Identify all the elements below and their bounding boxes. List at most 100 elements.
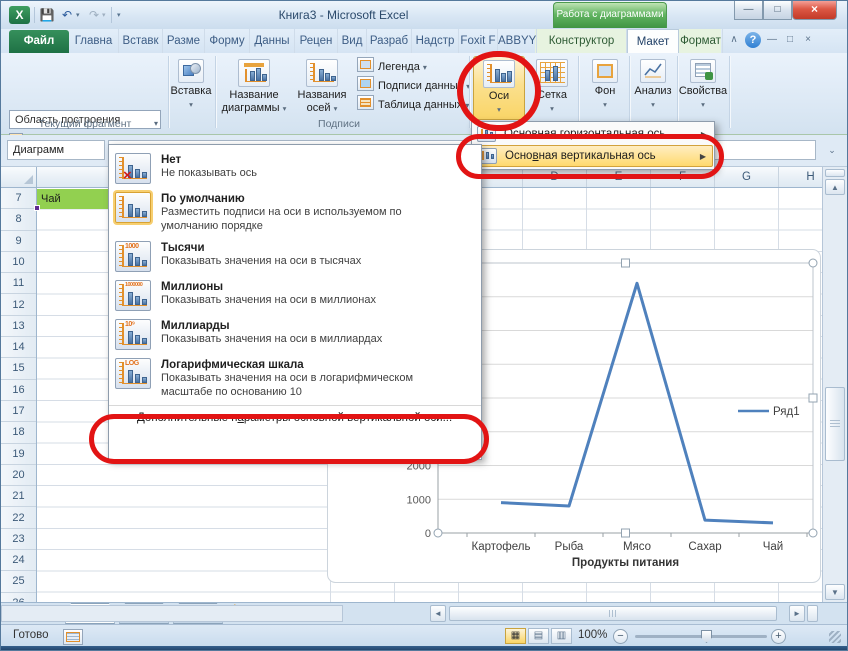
axis-option-Миллиарды[interactable]: 10⁹МиллиардыПоказывать значения на оси в… — [109, 315, 481, 354]
row-header-19[interactable]: 19 — [1, 444, 36, 465]
name-box[interactable]: Диаграмм — [7, 140, 105, 160]
tab-Надстр[interactable]: Надстр — [412, 29, 459, 53]
tab-Разраб[interactable]: Разраб — [367, 29, 412, 53]
svg-text:0: 0 — [425, 528, 431, 540]
fill-handle[interactable] — [34, 205, 40, 211]
column-header-H[interactable]: H — [778, 167, 822, 187]
save-icon[interactable]: 💾 — [39, 7, 55, 23]
data-table-button[interactable]: Таблица данных ▾ — [357, 95, 469, 114]
collapse-ribbon-icon[interactable]: ∧ — [727, 34, 741, 45]
row-header-21[interactable]: 21 — [1, 486, 36, 507]
row-header-26[interactable]: 26 — [1, 593, 36, 602]
workbook-close-icon[interactable]: × — [801, 34, 815, 45]
redo-dropdown-icon[interactable]: ▾ — [102, 11, 106, 19]
axis-option-Тысячи[interactable]: 1000ТысячиПоказывать значения на оси в т… — [109, 237, 481, 276]
tab-Foxit F[interactable]: Foxit F — [459, 29, 498, 53]
row-header-17[interactable]: 17 — [1, 401, 36, 422]
excel-logo-icon[interactable]: X — [9, 6, 30, 24]
row-header-23[interactable]: 23 — [1, 529, 36, 550]
row-header-18[interactable]: 18 — [1, 422, 36, 443]
zoom-level[interactable]: 100% — [578, 629, 607, 641]
row-header-11[interactable]: 11 — [1, 273, 36, 294]
tab-Макет[interactable]: Макет — [627, 29, 679, 53]
scroll-down-icon[interactable]: ▼ — [825, 584, 845, 600]
zoom-slider-thumb[interactable] — [701, 630, 712, 643]
zoom-in-icon[interactable]: + — [771, 629, 786, 644]
row-header-9[interactable]: 9 — [1, 231, 36, 252]
row-header-25[interactable]: 25 — [1, 571, 36, 592]
minimize-button[interactable]: — — [734, 1, 763, 20]
zoom-out-icon[interactable]: − — [613, 629, 628, 644]
sheet-tab-bar: Ⅰ◄ ◄ ► ►Ⅰ Лист1Лист2Лист3 ✱ ◄ ► — [1, 602, 848, 624]
scroll-up-icon[interactable]: ▲ — [825, 179, 845, 195]
tab-Вставк[interactable]: Вставк — [119, 29, 163, 53]
background-button[interactable]: Фон ▾ — [583, 56, 627, 120]
tab-Разме[interactable]: Разме — [163, 29, 205, 53]
row-header-22[interactable]: 22 — [1, 508, 36, 529]
vertical-scroll-thumb[interactable] — [825, 387, 845, 461]
view-normal-button[interactable]: ▦ — [505, 628, 526, 644]
row-header-12[interactable]: 12 — [1, 295, 36, 316]
row-headers[interactable]: 7891011121314151617181920212223242526 — [1, 188, 37, 602]
properties-button[interactable]: Свойства ▾ — [679, 56, 727, 120]
tab-Форму[interactable]: Форму — [205, 29, 250, 53]
close-button[interactable]: × — [792, 1, 837, 20]
data-labels-button[interactable]: Подписи данных ▾ — [357, 76, 470, 95]
properties-icon — [690, 59, 716, 83]
axis-option-Нет[interactable]: ×НетНе показывать ось — [109, 149, 481, 188]
view-page-break-button[interactable]: ▥ — [551, 628, 572, 644]
row-header-10[interactable]: 10 — [1, 252, 36, 273]
select-all-corner[interactable] — [1, 167, 37, 188]
maximize-button[interactable]: □ — [763, 1, 792, 20]
row-header-7[interactable]: 7 — [1, 188, 36, 209]
macro-record-icon[interactable] — [63, 629, 83, 645]
row-header-16[interactable]: 16 — [1, 380, 36, 401]
vertical-scrollbar[interactable]: ▲ ▼ — [822, 167, 847, 602]
formula-bar-expand-icon[interactable]: ⌄ — [821, 139, 843, 161]
axis-option-Логарифмическая шкала[interactable]: LOGЛогарифмическая шкалаПоказывать значе… — [109, 354, 481, 403]
tab-Конструктор[interactable]: Конструктор — [537, 29, 627, 53]
qat-customize-icon[interactable]: ▾ — [117, 11, 121, 19]
row-header-15[interactable]: 15 — [1, 358, 36, 379]
row-header-24[interactable]: 24 — [1, 550, 36, 571]
horizontal-scroll-track[interactable] — [1, 605, 343, 622]
axis-titles-icon — [306, 59, 338, 87]
help-icon[interactable]: ? — [745, 32, 761, 48]
tab-split-handle[interactable] — [807, 605, 818, 622]
horizontal-scroll-thumb[interactable] — [449, 606, 777, 621]
qat-separator — [34, 7, 35, 23]
scroll-left-icon[interactable]: ◄ — [430, 605, 446, 622]
gridlines-icon — [536, 59, 568, 87]
axis-titles-button[interactable]: Названия осей ▾ — [291, 56, 353, 120]
scrollbar-split-handle[interactable] — [825, 169, 845, 177]
tab-ABBYY[interactable]: ABBYY — [498, 29, 537, 53]
workbook-minimize-icon[interactable]: — — [765, 34, 779, 45]
tab-Главна[interactable]: Главна — [69, 29, 119, 53]
row-header-14[interactable]: 14 — [1, 337, 36, 358]
tab-Рецен[interactable]: Рецен — [295, 29, 338, 53]
scroll-right-icon[interactable]: ► — [789, 605, 805, 622]
tab-Вид[interactable]: Вид — [338, 29, 367, 53]
column-header-G[interactable]: G — [714, 167, 778, 187]
row-header-13[interactable]: 13 — [1, 316, 36, 337]
workbook-restore-icon[interactable]: □ — [783, 34, 797, 45]
insert-button[interactable]: Вставка ▾ — [169, 56, 213, 120]
chart-title-button[interactable]: Название диаграммы ▾ — [219, 56, 289, 120]
redo-icon[interactable]: ↷ — [86, 7, 102, 23]
row-header-8[interactable]: 8 — [1, 209, 36, 230]
resize-grip[interactable] — [829, 631, 841, 643]
analysis-button[interactable]: Анализ ▾ — [631, 56, 675, 120]
view-page-layout-button[interactable]: ▤ — [528, 628, 549, 644]
gridlines-label: Сетка — [537, 89, 567, 102]
chevron-down-icon: ▾ — [334, 104, 338, 113]
axis-option-Миллионы[interactable]: 1000000МиллионыПоказывать значения на ос… — [109, 276, 481, 315]
tab-Данны[interactable]: Данны — [250, 29, 295, 53]
tab-file[interactable]: Файл — [9, 30, 69, 53]
axis-option-По умолчанию[interactable]: По умолчаниюРазместить подписи на оси в … — [109, 188, 481, 237]
undo-icon[interactable]: ↶ — [59, 7, 75, 23]
tab-Формат[interactable]: Формат — [679, 29, 723, 53]
window-bottom-edge — [1, 646, 848, 651]
undo-dropdown-icon[interactable]: ▾ — [76, 11, 80, 19]
legend-button[interactable]: Легенда ▾ — [357, 57, 427, 76]
row-header-20[interactable]: 20 — [1, 465, 36, 486]
